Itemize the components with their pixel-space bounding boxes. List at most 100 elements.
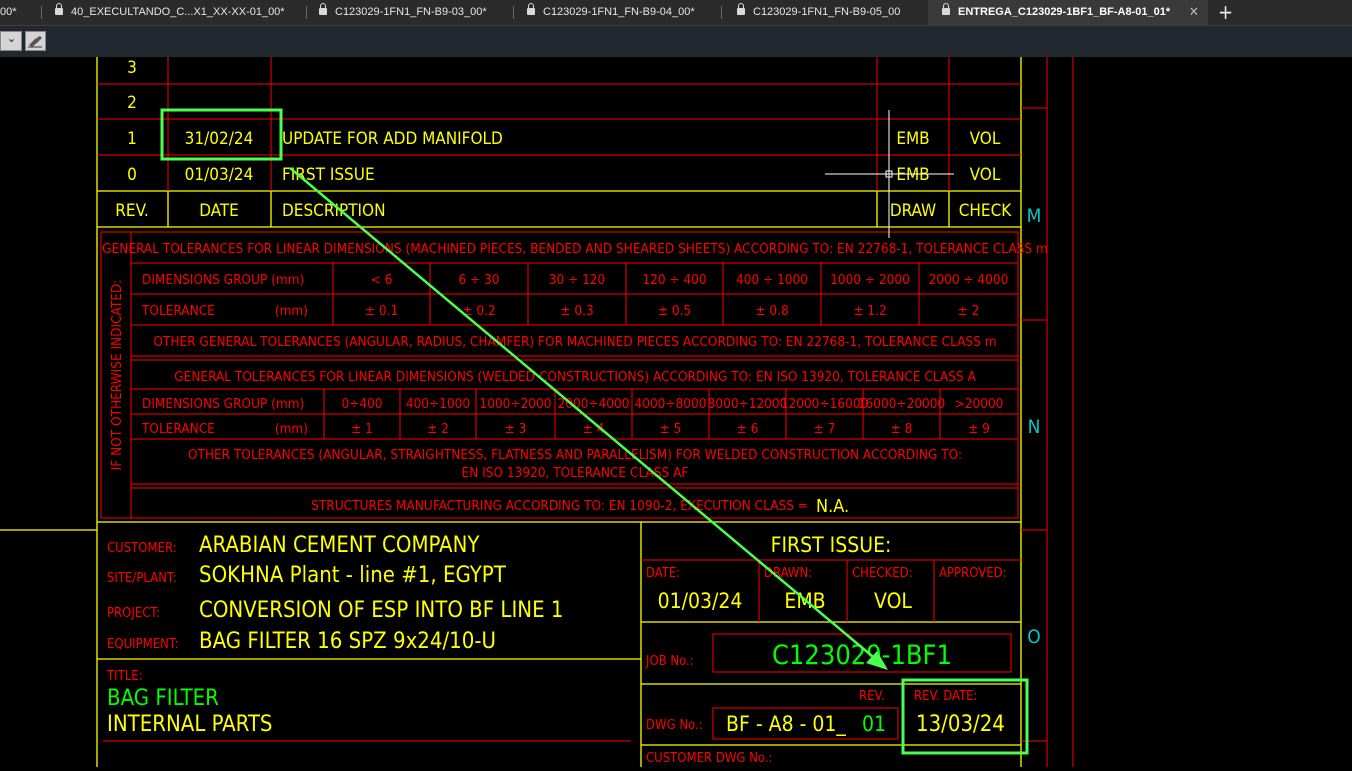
welded-tolerance-cell: ± 8	[891, 421, 913, 437]
title-line-1[interactable]: BAG FILTER	[107, 686, 219, 711]
machined-tol-unit: (mm)	[275, 303, 308, 319]
header-check: CHECK	[959, 201, 1013, 221]
welded-group-cell: 1000÷2000	[480, 396, 552, 412]
match-properties-button[interactable]	[25, 31, 46, 51]
machined-group-cell: < 6	[371, 272, 393, 288]
tab-1[interactable]: 40_EXECULTANDO_C...X1_XX-XX-01_00*	[55, 0, 285, 25]
welded-group-cell: 4000÷8000	[635, 396, 707, 412]
grid-letter-m: M	[1027, 205, 1042, 227]
linear-machined-title: GENERAL TOLERANCES FOR LINEAR DIMENSIONS…	[102, 241, 1048, 257]
welded-tolerance-cell: ± 7	[814, 421, 836, 437]
tab-0[interactable]: 00*	[0, 0, 17, 25]
welded-tolerance-cell: ± 3	[505, 421, 527, 437]
new-tab-button[interactable]: +	[1218, 0, 1233, 24]
machined-tolerance-cell: ± 0.8	[755, 303, 788, 319]
rev-description[interactable]: FIRST ISSUE	[282, 165, 375, 185]
site-label: SITE/PLANT:	[107, 571, 177, 586]
issue-date[interactable]: 01/03/24	[658, 589, 743, 613]
machined-tolerance-cell: ± 0.5	[658, 303, 691, 319]
rev-check: VOL	[970, 129, 1001, 149]
tab-separator	[513, 6, 514, 19]
tolerance-table: IF NOT OTHERWISE INDICATED: GENERAL TOLE…	[102, 241, 1048, 517]
customer-dwg-label: CUSTOMER DWG No.:	[646, 751, 773, 766]
job-label: JOB No.:	[645, 654, 694, 669]
dwg-label: DWG No.:	[646, 718, 703, 733]
welded-tolerance-cell: ± 9	[968, 421, 990, 437]
close-tab-icon[interactable]: ✕	[1189, 0, 1199, 25]
rev-draw: EMB	[896, 129, 929, 149]
structures-value: N.A.	[816, 496, 849, 517]
grid-letter-n: N	[1028, 416, 1041, 438]
welded-tolerance-cell: ± 5	[660, 421, 682, 437]
customer-name[interactable]: ARABIAN CEMENT COMPANY	[199, 533, 480, 558]
dwg-revision[interactable]: 01	[862, 712, 886, 736]
tab-3[interactable]: C123029-1FN1_FN-B9-04_00*	[527, 0, 695, 25]
lock-icon	[737, 3, 745, 15]
tab-separator	[41, 6, 42, 19]
welded-tolerance-cell: ± 2	[427, 421, 449, 437]
site-name[interactable]: SOKHNA Plant - line #1, EGYPT	[199, 563, 507, 588]
rev-date-value[interactable]: 13/03/24	[916, 712, 1005, 737]
welded-groups-label: DIMENSIONS GROUP (mm)	[142, 396, 304, 412]
structures-text: STRUCTURES MANUFACTURING ACCORDING TO: E…	[311, 498, 808, 514]
machined-group-cell: 1000 ÷ 2000	[830, 272, 910, 288]
rev-date[interactable]: 01/03/24	[185, 165, 254, 185]
side-label: IF NOT OTHERWISE INDICATED:	[109, 280, 125, 471]
equipment-label: EQUIPMENT:	[107, 637, 179, 652]
machined-group-cell: 6 ÷ 30	[458, 272, 499, 288]
dwg-number[interactable]: BF - A8 - 01_	[726, 712, 846, 737]
drawing-canvas[interactable]: M N O 3 2 1 31/02/24 UPDATE FOR ADD MANI…	[0, 57, 1352, 767]
lock-icon	[527, 3, 535, 15]
rev-number: 2	[127, 93, 137, 113]
welded-group-cell: 8000÷12000	[708, 396, 788, 412]
rev-description[interactable]: UPDATE FOR ADD MANIFOLD	[282, 129, 503, 149]
tab-2[interactable]: C123029-1FN1_FN-B9-03_00*	[319, 0, 487, 25]
header-rev: REV.	[115, 201, 148, 221]
project-label: PROJECT:	[107, 606, 160, 621]
brush-icon	[28, 36, 42, 48]
rev-draw: EMB	[896, 165, 929, 185]
machined-group-cell: 2000 ÷ 4000	[929, 272, 1009, 288]
title-line-2[interactable]: INTERNAL PARTS	[107, 712, 272, 737]
title-label: TITLE:	[106, 669, 143, 684]
header-draw: DRAW	[890, 201, 936, 221]
lock-icon	[319, 3, 327, 15]
layer-dropdown[interactable]: ⌄	[0, 31, 22, 51]
rev-number: 3	[127, 58, 137, 78]
welded-tol-unit: (mm)	[275, 421, 308, 437]
welded-group-cell: 0÷400	[341, 396, 382, 412]
tab-4[interactable]: C123029-1FN1_FN-B9-05_00	[737, 0, 900, 25]
machined-tolerance-cell: ± 2	[958, 303, 980, 319]
toolbar	[0, 26, 1352, 57]
rev-date-label: REV. DATE:	[914, 689, 978, 704]
other-machined: OTHER GENERAL TOLERANCES (ANGULAR, RADIU…	[153, 334, 996, 350]
equipment-name[interactable]: BAG FILTER 16 SPZ 9x24/10-U	[199, 629, 496, 654]
checked-value[interactable]: VOL	[874, 589, 912, 613]
rev-date[interactable]: 31/02/24	[185, 129, 254, 149]
title-block-drawing: M N O 3 2 1 31/02/24 UPDATE FOR ADD MANI…	[0, 57, 1074, 767]
checked-label: CHECKED:	[852, 566, 913, 581]
machined-group-cell: 400 ÷ 1000	[736, 272, 808, 288]
grid-letter-o: O	[1027, 626, 1040, 648]
lock-icon	[55, 3, 63, 15]
welded-tolerance-cell: ± 6	[737, 421, 759, 437]
tab-separator	[306, 6, 307, 19]
customer-label: CUSTOMER:	[107, 541, 177, 556]
welded-group-cell: 16000÷20000	[858, 396, 945, 412]
rev-number: 1	[127, 129, 137, 149]
title-block: CUSTOMER: ARABIAN CEMENT COMPANY SITE/PL…	[106, 533, 1007, 766]
rev-check: VOL	[970, 165, 1001, 185]
machined-tol-label: TOLERANCE	[141, 303, 215, 319]
tab-separator	[721, 6, 722, 19]
first-issue-heading: FIRST ISSUE:	[771, 533, 892, 557]
header-date: DATE	[199, 201, 239, 221]
machined-group-cell: 120 ÷ 400	[642, 272, 706, 288]
document-tab-bar: 00* 40_EXECULTANDO_C...X1_XX-XX-01_00* C…	[0, 0, 1352, 26]
lock-icon	[942, 3, 950, 15]
revision-table: 3 2 1 31/02/24 UPDATE FOR ADD MANIFOLD E…	[115, 58, 1012, 221]
machined-group-cell: 30 ÷ 120	[549, 272, 606, 288]
tab-active-entrega[interactable]: ENTREGA_C123029-1BF1_BF-A8-01_01*	[928, 0, 1208, 25]
project-name[interactable]: CONVERSION OF ESP INTO BF LINE 1	[199, 598, 563, 623]
job-number[interactable]: C123029-1BF1	[772, 640, 952, 671]
welded-group-cell: >20000	[955, 396, 1004, 412]
